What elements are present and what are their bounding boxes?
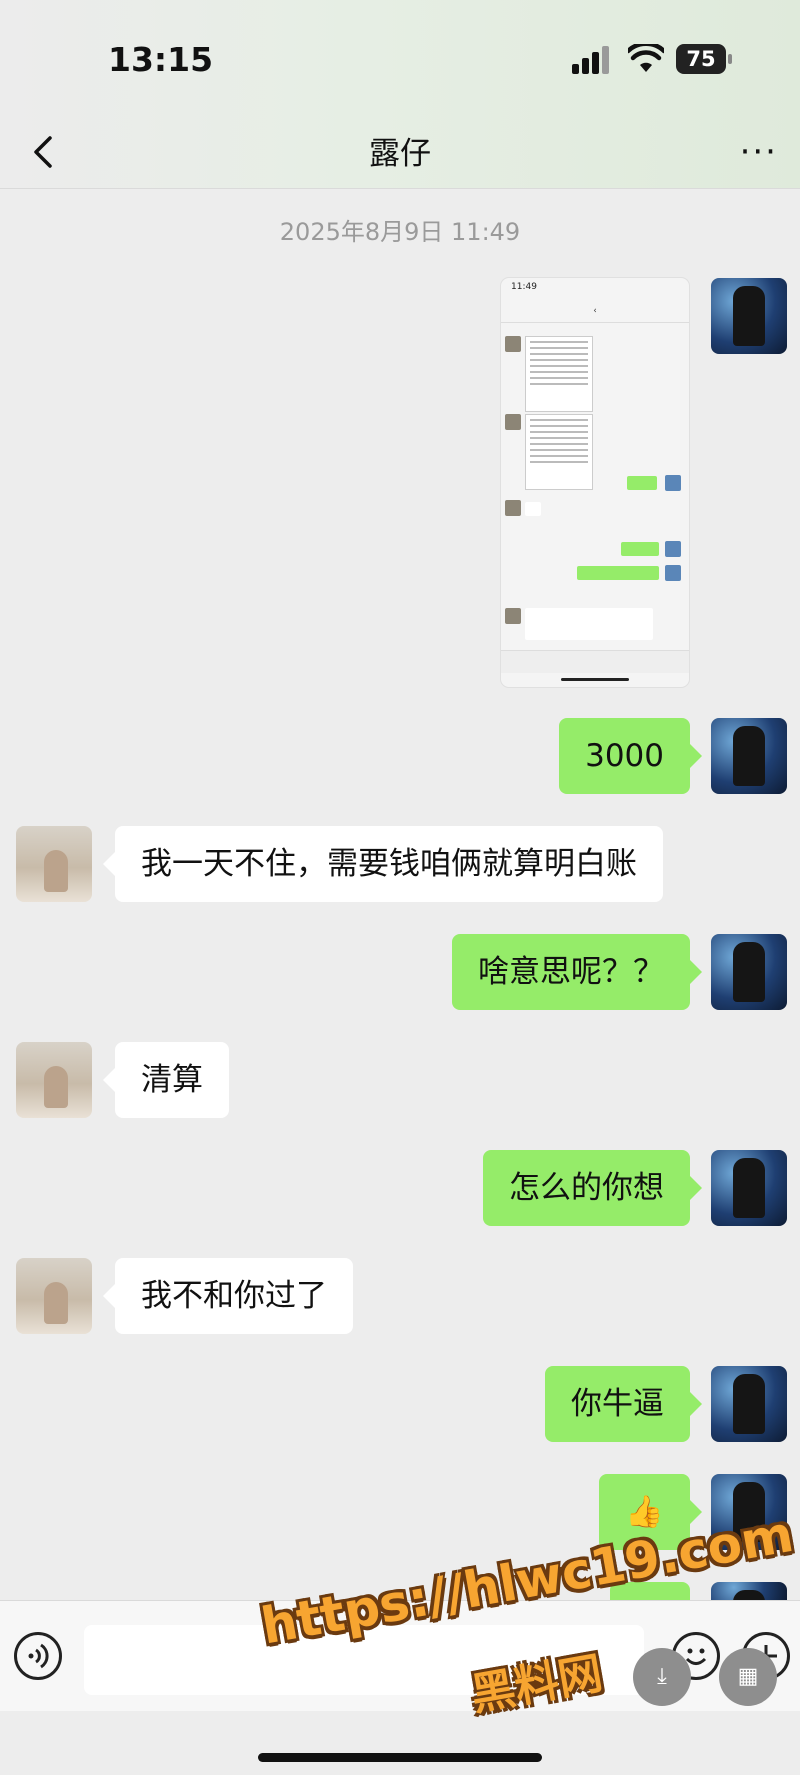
- watermark-download-icon: ⤓: [633, 1648, 691, 1706]
- image-document: [525, 336, 593, 412]
- image-home-indicator: [561, 678, 629, 681]
- wifi-icon: [628, 44, 664, 72]
- my-avatar[interactable]: [711, 1582, 787, 1600]
- voice-icon[interactable]: [14, 1632, 62, 1680]
- my-avatar[interactable]: [711, 1150, 787, 1226]
- image-avatar: [505, 336, 521, 352]
- my-avatar[interactable]: [711, 278, 787, 354]
- message-bubble-contact[interactable]: 清算: [103, 1042, 229, 1118]
- battery-icon: 75: [676, 44, 732, 74]
- image-bubble: [627, 476, 657, 490]
- home-indicator: [258, 1753, 542, 1762]
- contact-avatar[interactable]: [16, 1042, 92, 1118]
- chat-header: 露仔 ···: [0, 118, 800, 189]
- contact-avatar[interactable]: [16, 826, 92, 902]
- image-input-bar: [501, 650, 689, 673]
- my-avatar[interactable]: [711, 718, 787, 794]
- message-timestamp: 2025年8月9日 11:49: [279, 218, 521, 246]
- message-bubble-me[interactable]: 你牛逼: [545, 1366, 702, 1442]
- image-status-bar: 11:49: [501, 278, 689, 300]
- image-avatar: [505, 414, 521, 430]
- image-message[interactable]: 11:49 ‹: [501, 278, 689, 687]
- chat-title: 露仔: [369, 136, 431, 172]
- status-bar: 13:15 75: [0, 0, 800, 118]
- message-bubble-contact[interactable]: 我一天不住，需要钱咱俩就算明白账: [103, 826, 663, 902]
- contact-avatar[interactable]: [16, 1258, 92, 1334]
- my-avatar[interactable]: [711, 1366, 787, 1442]
- image-document: [525, 414, 593, 490]
- image-avatar: [505, 608, 521, 624]
- message-bubble-me[interactable]: 怎么的你想: [483, 1150, 702, 1226]
- message-bubble-contact[interactable]: 我不和你过了: [103, 1258, 353, 1334]
- image-avatar: [665, 565, 681, 581]
- image-avatar: [665, 475, 681, 491]
- signal-icon: [572, 46, 612, 74]
- image-chat-header: ‹: [501, 300, 689, 323]
- image-bubble: [525, 502, 541, 516]
- image-bubble: [621, 542, 659, 556]
- image-time: 11:49: [511, 282, 537, 292]
- voice-glyph: [28, 1643, 49, 1669]
- image-bubble: [577, 566, 659, 580]
- watermark-grid-icon: ▦: [719, 1648, 777, 1706]
- message-bubble-me[interactable]: 3000: [559, 718, 702, 794]
- image-avatar: [665, 541, 681, 557]
- status-time: 13:15: [108, 40, 214, 79]
- image-bubble: [525, 608, 653, 640]
- my-avatar[interactable]: [711, 934, 787, 1010]
- message-bubble-me[interactable]: 啥意思呢？？: [452, 934, 702, 1010]
- more-icon[interactable]: ···: [740, 132, 778, 172]
- image-avatar: [505, 500, 521, 516]
